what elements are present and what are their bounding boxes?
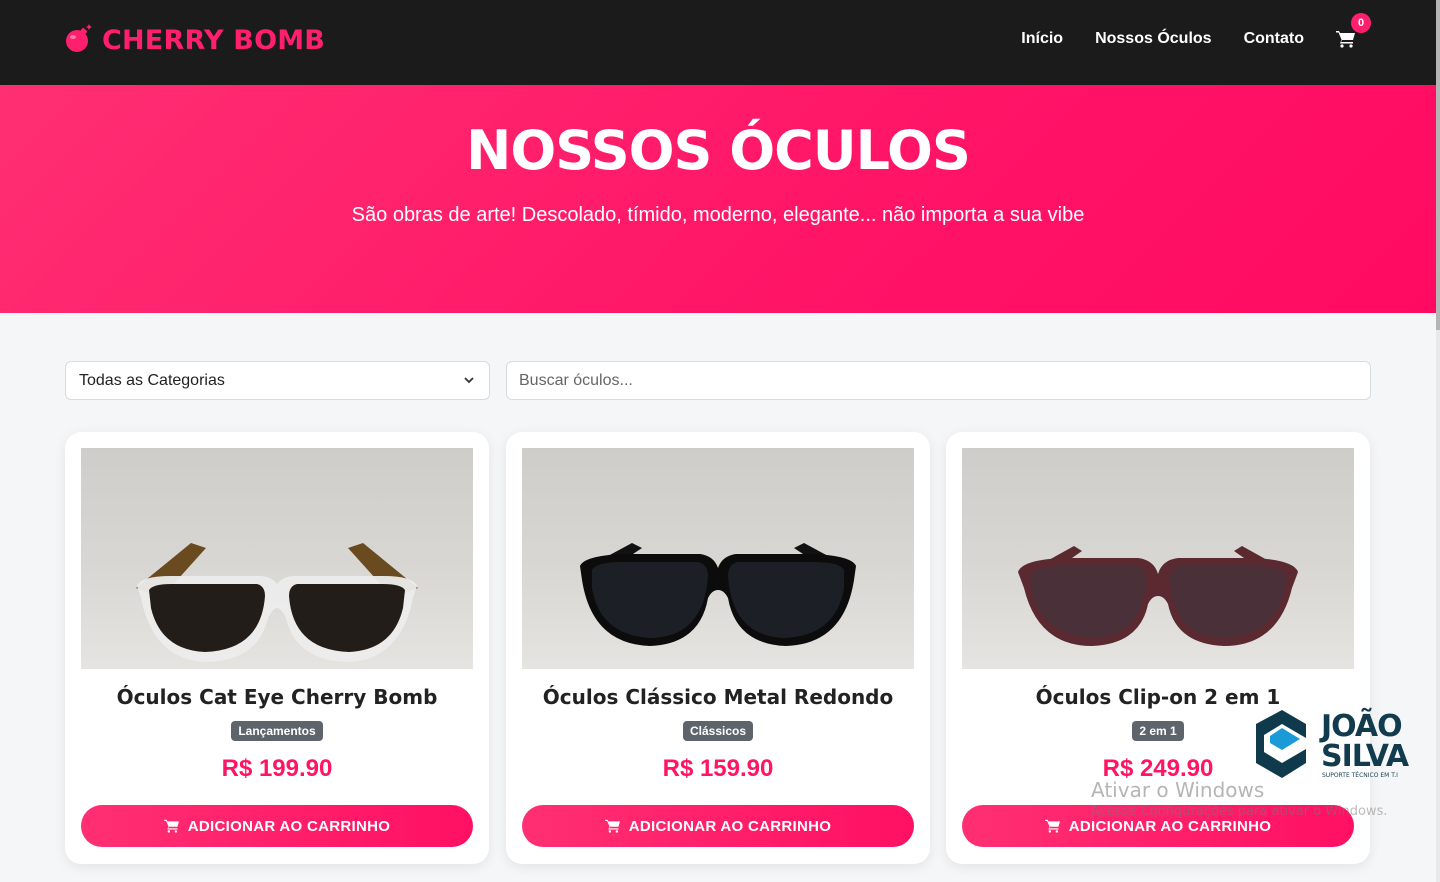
cart-icon bbox=[1336, 31, 1355, 48]
cart-button[interactable] bbox=[1336, 30, 1358, 50]
cart-count-badge: 0 bbox=[1351, 13, 1371, 33]
category-badge: Lançamentos bbox=[231, 721, 323, 741]
add-to-cart-label: ADICIONAR AO CARRINHO bbox=[187, 817, 391, 835]
nav-link-nossos-oculos[interactable]: Nossos Óculos bbox=[1095, 30, 1211, 48]
cart-icon bbox=[1045, 819, 1060, 833]
watermark-logo-line2: SILVA bbox=[1321, 739, 1409, 774]
category-select-value: Todas as Categorias bbox=[79, 371, 225, 389]
add-to-cart-button[interactable]: ADICIONAR AO CARRINHO bbox=[81, 805, 473, 847]
product-title[interactable]: Óculos Clássico Metal Redondo bbox=[506, 685, 930, 709]
page-title: NOSSOS ÓCULOS bbox=[466, 119, 971, 182]
add-to-cart-label: ADICIONAR AO CARRINHO bbox=[1068, 817, 1272, 835]
product-price: R$ 159.90 bbox=[662, 755, 774, 782]
category-badge: 2 em 1 bbox=[1132, 721, 1184, 741]
nav-link-contato[interactable]: Contato bbox=[1244, 30, 1304, 48]
product-price: R$ 199.90 bbox=[221, 755, 333, 782]
search-input[interactable] bbox=[506, 361, 1371, 400]
product-card: Óculos Cat Eye Cherry Bomb Lançamentos R… bbox=[65, 432, 489, 864]
page-scrollbar[interactable] bbox=[1436, 0, 1440, 882]
main-nav: Início Nossos Óculos Contato bbox=[1021, 30, 1304, 48]
product-image[interactable] bbox=[81, 448, 473, 669]
category-badge: Clássicos bbox=[682, 721, 754, 741]
brand-logo-link[interactable]: CHERRY BOMB bbox=[64, 22, 325, 59]
product-image[interactable] bbox=[522, 448, 914, 669]
chevron-down-icon bbox=[464, 377, 474, 384]
watermark-logo-tagline: SUPORTE TÉCNICO EM T.I bbox=[1322, 772, 1398, 779]
category-select[interactable]: Todas as Categorias bbox=[65, 361, 490, 400]
scrollbar-thumb[interactable] bbox=[1436, 0, 1440, 330]
windows-activation-subtitle: Acesse Configurações para ativar o Windo… bbox=[1091, 804, 1388, 819]
cart-icon bbox=[605, 819, 620, 833]
navbar: CHERRY BOMB Início Nossos Óculos Contato bbox=[0, 0, 1436, 85]
bomb-icon bbox=[64, 22, 96, 59]
hero-banner: NOSSOS ÓCULOS São obras de arte! Descola… bbox=[0, 85, 1436, 313]
add-to-cart-button[interactable]: ADICIONAR AO CARRINHO bbox=[522, 805, 914, 847]
nav-link-inicio[interactable]: Início bbox=[1021, 30, 1063, 48]
add-to-cart-label: ADICIONAR AO CARRINHO bbox=[628, 817, 832, 835]
product-card: Óculos Clássico Metal Redondo Clássicos … bbox=[506, 432, 930, 864]
watermark-logo-name: JOÃO SILVA bbox=[1321, 709, 1409, 774]
hero-subtitle: São obras de arte! Descolado, tímido, mo… bbox=[351, 204, 1085, 226]
product-title[interactable]: Óculos Cat Eye Cherry Bomb bbox=[65, 685, 489, 709]
product-title[interactable]: Óculos Clip-on 2 em 1 bbox=[946, 685, 1370, 709]
cart-icon bbox=[164, 819, 179, 833]
windows-activation-title: Ativar o Windows bbox=[1091, 778, 1265, 802]
product-image[interactable] bbox=[962, 448, 1354, 669]
watermark-logo-line1: JOÃO bbox=[1321, 709, 1403, 744]
brand-name: CHERRY BOMB bbox=[102, 25, 326, 56]
